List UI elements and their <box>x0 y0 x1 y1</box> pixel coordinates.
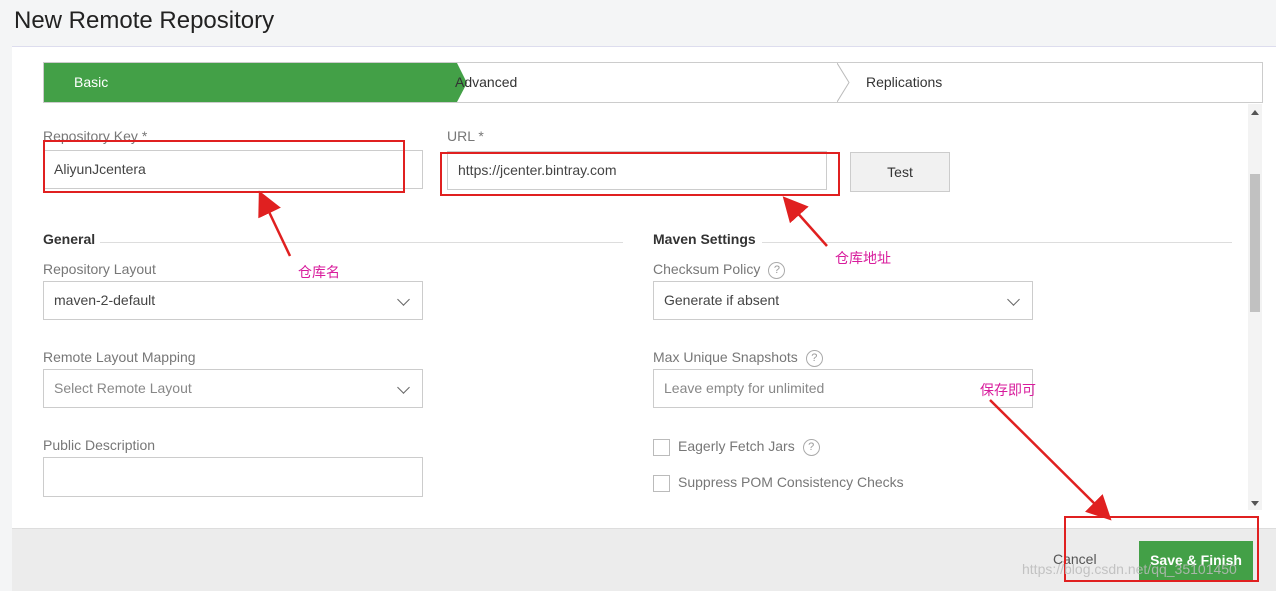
annotation-arrows <box>258 190 1112 521</box>
arrow-repo-name <box>258 190 292 257</box>
annotation-save-hint: 保存即可 <box>980 382 1036 398</box>
arrow-save <box>989 399 1112 521</box>
watermark-text: https://blog.csdn.net/qq_35101450 <box>1022 561 1237 577</box>
annotation-repo-name: 仓库名 <box>298 264 340 280</box>
annotation-repo-url: 仓库地址 <box>835 250 891 266</box>
arrow-repo-url <box>782 196 828 247</box>
